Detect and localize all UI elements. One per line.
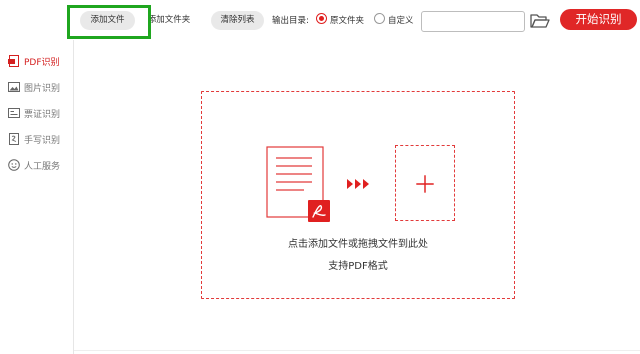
pdf-document-illustration [266, 146, 330, 222]
arrow-right-icon [347, 179, 369, 189]
sidebar-item-label: 图片识别 [24, 83, 61, 94]
clear-list-button[interactable]: 清除列表 [211, 11, 264, 30]
ticket-icon [8, 108, 20, 118]
drop-hint-secondary: 支持PDF格式 [328, 261, 388, 272]
sidebar-item-label: 票证识别 [24, 109, 61, 120]
add-folder-button[interactable]: 添加文件夹 [141, 11, 197, 30]
radio-custom[interactable] [374, 13, 385, 24]
pdf-icon [8, 55, 19, 67]
output-path-input[interactable] [421, 11, 525, 32]
image-icon [8, 82, 20, 92]
sidebar-item-handwriting[interactable]: 手写识别 [8, 131, 72, 147]
sidebar-item-label: PDF识别 [24, 57, 60, 68]
radio-original-folder[interactable] [316, 13, 327, 24]
add-file-button[interactable]: 添加文件 [80, 11, 135, 30]
toolbar: 添加文件 添加文件夹 清除列表 输出目录: 原文件夹 自定义 开始识别 [0, 0, 640, 40]
service-icon [8, 159, 20, 171]
sidebar-item-ticket[interactable]: 票证识别 [8, 105, 72, 121]
file-drop-zone[interactable]: 点击添加文件或拖拽文件到此处 支持PDF格式 [201, 91, 515, 299]
sidebar: PDF识别 图片识别 票证识别 手写识别 人工服务 [0, 40, 74, 354]
open-folder-icon[interactable] [530, 12, 550, 30]
main-bottom-divider [74, 350, 640, 354]
sidebar-item-pdf[interactable]: PDF识别 [8, 53, 72, 69]
sidebar-item-image[interactable]: 图片识别 [8, 79, 72, 95]
add-file-plus-box[interactable] [395, 145, 455, 221]
radio-original-folder-label: 原文件夹 [330, 16, 365, 26]
plus-icon [416, 175, 434, 193]
output-dir-label: 输出目录: [272, 16, 309, 26]
radio-custom-label: 自定义 [388, 16, 414, 26]
sidebar-item-label: 手写识别 [24, 135, 61, 146]
start-recognition-button[interactable]: 开始识别 [560, 9, 637, 30]
sidebar-item-service[interactable]: 人工服务 [8, 157, 72, 173]
handwriting-icon [9, 133, 19, 145]
sidebar-item-label: 人工服务 [24, 161, 61, 172]
drop-hint-primary: 点击添加文件或拖拽文件到此处 [288, 239, 428, 250]
